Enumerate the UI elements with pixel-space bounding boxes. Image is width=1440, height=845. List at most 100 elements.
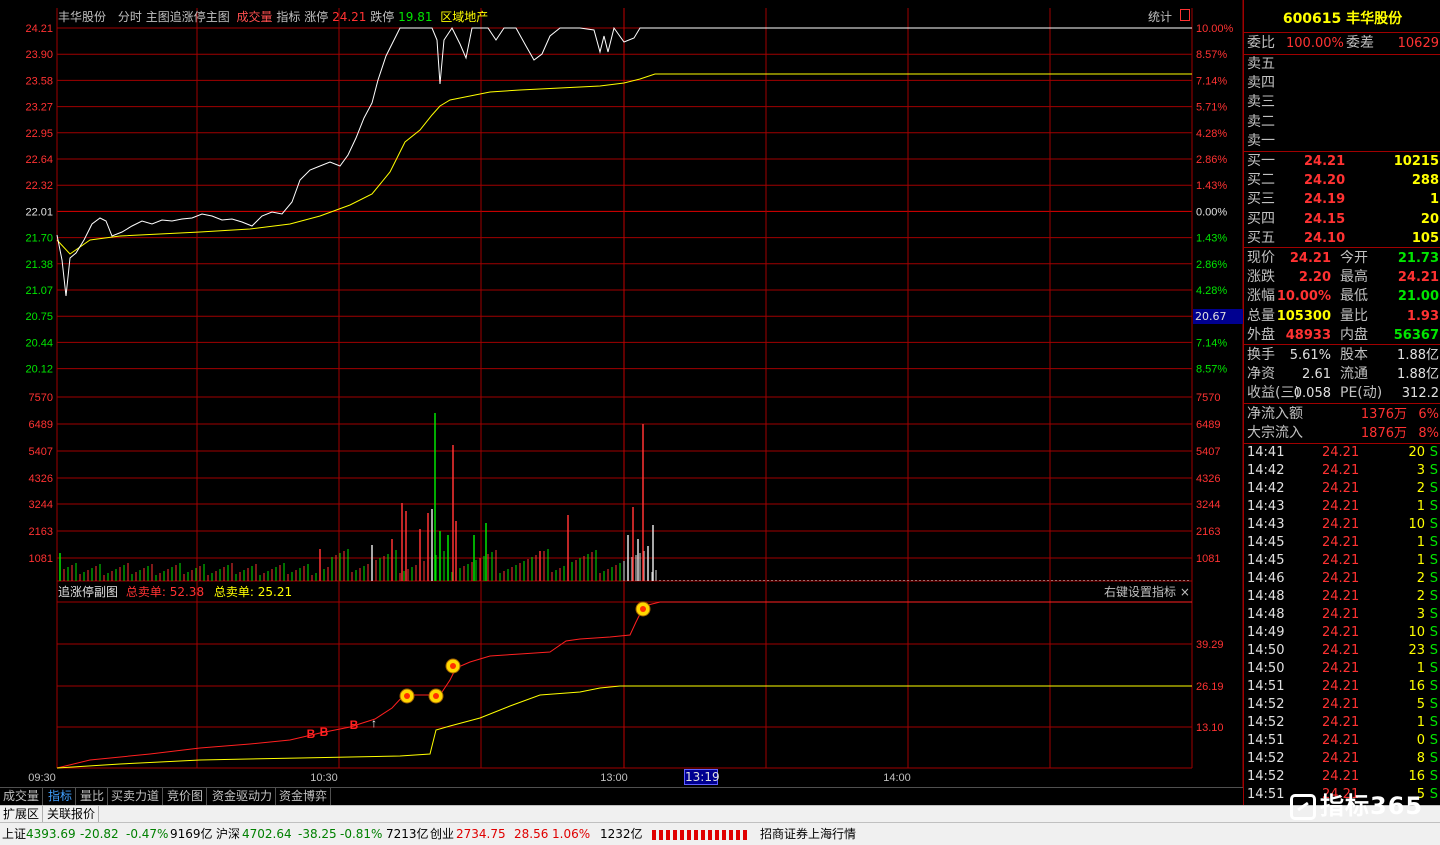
tick-volume: 10 <box>1408 517 1425 532</box>
price-tick-left: 22.01 <box>25 206 53 218</box>
tick-time: 14:52 <box>1247 715 1285 730</box>
quote-row: 涨跌 2.20 最高 24.21 <box>1244 268 1440 287</box>
quote-value: 105300 <box>1276 308 1331 324</box>
tick-volume: 20 <box>1408 445 1425 460</box>
info-row: 净资 2.61 流通 1.88亿 <box>1244 365 1440 384</box>
tick-price: 24.21 <box>1322 571 1360 586</box>
tick-row: 14:43 24.21 10 S <box>1244 516 1440 534</box>
volume-tick-right: 6489 <box>1196 419 1220 431</box>
price-tick-right: 10.00% <box>1196 23 1234 35</box>
tick-price: 24.21 <box>1322 679 1360 694</box>
ask-label: 卖三 <box>1247 94 1275 111</box>
bid-price: 24.19 <box>1304 192 1346 208</box>
wc-value: 10629 <box>1397 36 1439 51</box>
tick-time: 14:51 <box>1247 679 1285 694</box>
flow-label: 净流入额 <box>1247 406 1303 422</box>
tick-time: 14:43 <box>1247 499 1285 514</box>
volume-label[interactable]: 成交量 <box>237 10 273 24</box>
close-icon[interactable]: × <box>1180 585 1190 599</box>
tick-side: S <box>1429 589 1438 604</box>
tick-volume: 5 <box>1416 697 1425 712</box>
tick-price: 24.21 <box>1322 517 1360 532</box>
cy-change: 28.56 <box>514 827 549 841</box>
tick-price: 24.21 <box>1322 751 1360 766</box>
chart-header: 丰华股份 分时 主图追涨停主图 成交量 指标 涨停 24.21 跌停 19.81… <box>58 9 488 25</box>
tab-volume-ratio[interactable]: 量比 <box>77 788 109 805</box>
time-tick: 14:00 <box>883 772 911 784</box>
info-label: 收益(三) <box>1247 385 1300 402</box>
tick-time: 14:50 <box>1247 661 1285 676</box>
quote-row: 涨幅 10.00% 最低 21.00 <box>1244 287 1440 306</box>
tick-price: 24.21 <box>1322 481 1360 496</box>
tick-volume: 0 <box>1416 733 1425 748</box>
tick-row: 14:52 24.21 1 S <box>1244 714 1440 732</box>
quote-value: 2.20 <box>1298 270 1331 286</box>
cy-label: 创业 <box>430 827 455 841</box>
tab-fenshi[interactable]: 分时 <box>118 10 142 24</box>
settings-label[interactable]: 右键设置指标 <box>1104 585 1176 599</box>
quote-value: 10.00% <box>1276 289 1331 305</box>
stock-name: 丰华股份 <box>58 10 107 24</box>
flow-row: 大宗流入 1876万 8% <box>1244 424 1440 443</box>
tick-row: 14:52 24.21 8 S <box>1244 750 1440 768</box>
price-tick-left: 20.12 <box>25 364 53 376</box>
tab-auction[interactable]: 竞价图 <box>164 788 208 805</box>
ask-label: 卖一 <box>1247 132 1275 149</box>
quote-row: 总量 105300 量比 1.93 <box>1244 307 1440 326</box>
hs-amount: 7213亿 <box>386 827 429 841</box>
flow-value: 1376万 <box>1360 407 1407 422</box>
hs-change: -38.25 <box>298 827 337 841</box>
buy-mark: B <box>307 727 316 741</box>
price-tick-left: 20.75 <box>25 311 53 323</box>
tick-side: S <box>1429 733 1438 748</box>
tick-time: 14:42 <box>1247 463 1285 478</box>
cy-index: 2734.75 <box>456 827 506 841</box>
sell-value-2: 25.21 <box>257 585 293 599</box>
time-tick: 10:30 <box>310 772 338 784</box>
tab-main[interactable]: 主图 <box>146 10 170 24</box>
tick-price: 24.21 <box>1322 535 1360 550</box>
limit-up-value: 24.21 <box>332 10 367 24</box>
price-tick-right: 1.43% <box>1196 180 1227 192</box>
price-tick-left: 23.58 <box>25 75 53 87</box>
watermark-logo: 指标365 <box>1290 790 1440 822</box>
stats-button[interactable]: 统计 <box>1148 9 1172 25</box>
quote-title: 600615 丰华股份 <box>1244 10 1440 29</box>
tick-row: 14:48 24.21 2 S <box>1244 588 1440 606</box>
bid-volume: 105 <box>1411 230 1439 246</box>
tab-zhangting-main[interactable]: 追涨停主图 <box>170 10 230 24</box>
tab-capital-drive[interactable]: 资金驱动力 <box>209 788 277 805</box>
quote-label: 最低 <box>1340 288 1368 305</box>
tab-capital-game[interactable]: 资金博弈 <box>276 788 332 805</box>
sector-link[interactable]: 区域地产 <box>440 10 488 24</box>
order-ratio-row: 委比 100.00% 委差 10629 <box>1244 34 1440 53</box>
indicator-label[interactable]: 指标 <box>276 10 300 24</box>
quote-value: 24.21 <box>1397 270 1439 286</box>
indicator-settings[interactable]: 右键设置指标 × <box>1104 584 1190 600</box>
stats-box-icon[interactable] <box>1180 9 1190 21</box>
quote-value: 21.73 <box>1397 251 1439 266</box>
tick-row: 14:51 24.21 0 S <box>1244 732 1440 750</box>
ask-row: 卖一 <box>1244 132 1440 151</box>
tab-buy-sell-force[interactable]: 买卖力道 <box>108 788 164 805</box>
app-window: { "header":{"stock_name":"丰华股份","items":… <box>0 0 1440 845</box>
bid-label: 买二 <box>1247 172 1275 189</box>
tick-row: 14:50 24.21 23 S <box>1244 642 1440 660</box>
quote-value: 56367 <box>1393 327 1439 343</box>
info-value: 0.058 <box>1293 386 1331 402</box>
tick-volume: 1 <box>1416 715 1425 730</box>
tick-time: 14:41 <box>1247 445 1285 460</box>
broker-label: 招商证券上海行情 <box>760 827 857 841</box>
tab-related-quote[interactable]: 关联报价 <box>44 806 100 822</box>
indicator-tabs: 成交量 指标 量比 买卖力道 竞价图 资金驱动力 资金博弈 <box>0 787 1243 805</box>
intraday-chart[interactable]: 24.21 23.90 23.58 23.27 22.95 22.64 22.32 22.01… <box>0 0 1243 787</box>
tick-row: 14:45 24.21 1 S <box>1244 534 1440 552</box>
tab-volume[interactable]: 成交量 <box>0 788 44 805</box>
market-status-bar: 上证 4393.69 -20.82 -0.47% 9169亿 沪深 4702.6… <box>0 822 1440 845</box>
bid-row: 买一 24.21 10215 <box>1244 152 1440 171</box>
tab-indicator[interactable]: 指标 <box>45 788 77 805</box>
price-tick-right: 1.43% <box>1196 233 1227 245</box>
tab-extension[interactable]: 扩展区 <box>0 806 44 822</box>
sh-percent: -0.47% <box>126 827 169 841</box>
quote-label: 外盘 <box>1247 326 1275 343</box>
